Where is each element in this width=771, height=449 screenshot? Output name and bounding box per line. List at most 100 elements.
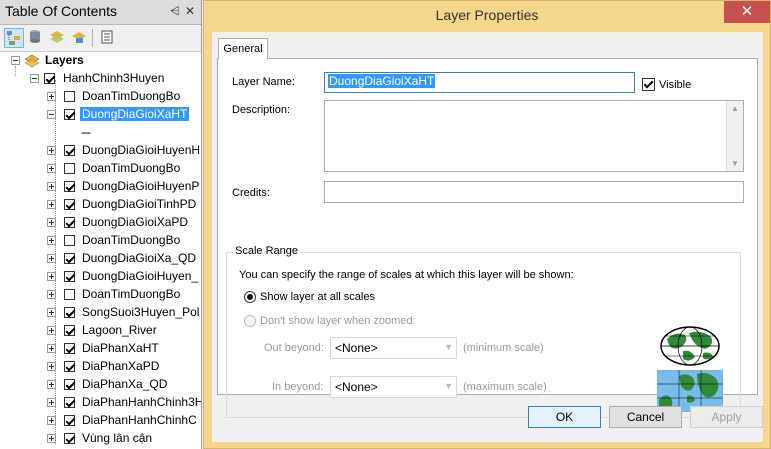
- layer-visibility-checkbox[interactable]: [64, 325, 75, 336]
- layer-visibility-checkbox[interactable]: [64, 145, 75, 156]
- layer-visibility-checkbox[interactable]: [64, 433, 75, 444]
- expand-toggle[interactable]: [47, 254, 56, 263]
- expand-toggle[interactable]: [47, 380, 56, 389]
- credits-input[interactable]: [324, 181, 744, 203]
- tree-layer-item[interactable]: DuongDiaGioiXaHT: [0, 106, 201, 124]
- list-by-source-button[interactable]: [26, 28, 46, 48]
- layer-label: DoanTimDuongBo: [82, 233, 181, 247]
- layer-visibility-checkbox[interactable]: [64, 217, 75, 228]
- layer-label: DiaPhanXaPD: [82, 359, 160, 373]
- list-by-visibility-button[interactable]: [48, 28, 68, 48]
- expand-toggle[interactable]: [47, 146, 56, 155]
- tree-layer-item[interactable]: DoanTimDuongBo: [0, 232, 201, 250]
- tree-layer-item[interactable]: Lagoon_River: [0, 322, 201, 340]
- tree-root-label: Layers: [45, 53, 84, 67]
- tree-root-layers[interactable]: Layers: [0, 52, 201, 70]
- layer-visibility-checkbox[interactable]: [64, 289, 75, 300]
- expand-toggle[interactable]: [47, 272, 56, 281]
- tree-layer-item[interactable]: DiaPhanHanhChinh3H: [0, 394, 201, 412]
- in-beyond-select[interactable]: <None> ▼: [330, 376, 457, 398]
- tree-layer-item[interactable]: DiaPhanXaHT: [0, 340, 201, 358]
- layer-visibility-checkbox[interactable]: [64, 109, 75, 120]
- expand-toggle[interactable]: [47, 398, 56, 407]
- line-symbol: ---: [81, 125, 91, 139]
- tree-layer-item[interactable]: DuongDiaGioiXaPD: [0, 214, 201, 232]
- group-visibility-checkbox[interactable]: [44, 73, 55, 84]
- expand-toggle[interactable]: [47, 308, 56, 317]
- tree-layer-item[interactable]: DoanTimDuongBo: [0, 286, 201, 304]
- layer-visibility-checkbox[interactable]: [64, 361, 75, 372]
- list-by-drawing-order-button[interactable]: [4, 28, 24, 48]
- expand-toggle[interactable]: [47, 164, 56, 173]
- scroll-down-icon[interactable]: ▼: [731, 159, 739, 168]
- layer-name-label: Layer Name:: [232, 76, 295, 88]
- tree-layer-item[interactable]: DuongDiaGioiHuyenH: [0, 142, 201, 160]
- tree-group-hanhchinh3huyen[interactable]: HanhChinh3Huyen: [0, 70, 201, 88]
- layer-visibility-checkbox[interactable]: [64, 415, 75, 426]
- layer-visibility-checkbox[interactable]: [64, 181, 75, 192]
- tree-layer-item[interactable]: DiaPhanXaPD: [0, 358, 201, 376]
- options-button[interactable]: [98, 28, 118, 48]
- pin-icon[interactable]: ⩤: [170, 4, 180, 19]
- expand-toggle[interactable]: [47, 434, 56, 443]
- tree-layer-item[interactable]: SongSuoi3Huyen_Pol: [0, 304, 201, 322]
- layer-visibility-checkbox[interactable]: [64, 253, 75, 264]
- collapse-toggle[interactable]: [47, 110, 56, 119]
- scroll-up-icon[interactable]: ▲: [731, 104, 739, 113]
- expand-toggle[interactable]: [47, 326, 56, 335]
- table-of-contents-pane: Table Of Contents ⩤ ✕ Layers HanhChinh3H…: [0, 0, 202, 449]
- expand-toggle[interactable]: [47, 344, 56, 353]
- tree-layer-item[interactable]: Vùng lân cận: [0, 430, 201, 448]
- expand-toggle[interactable]: [47, 200, 56, 209]
- cancel-button[interactable]: Cancel: [609, 406, 682, 428]
- tree-layer-item[interactable]: DiaPhanHanhChinhC: [0, 412, 201, 430]
- apply-button[interactable]: Apply: [690, 406, 763, 428]
- show-all-scales-radio[interactable]: [244, 291, 256, 303]
- toc-close-icon[interactable]: ✕: [185, 4, 195, 18]
- show-all-scales-label: Show layer at all scales: [260, 291, 375, 303]
- layer-label: DuongDiaGioiHuyenH: [82, 143, 201, 157]
- expand-toggle[interactable]: [47, 290, 56, 299]
- layer-visibility-checkbox[interactable]: [64, 343, 75, 354]
- tree-layer-item[interactable]: DuongDiaGioiXa_QD: [0, 250, 201, 268]
- layer-visibility-checkbox[interactable]: [64, 379, 75, 390]
- expand-toggle[interactable]: [47, 416, 56, 425]
- expand-toggle[interactable]: [47, 236, 56, 245]
- tree-layer-item[interactable]: DoanTimDuongBo: [0, 160, 201, 178]
- layer-label: DuongDiaGioiXa_QD: [82, 251, 197, 265]
- layer-visibility-checkbox[interactable]: [64, 307, 75, 318]
- layer-label: DuongDiaGioiXaHT: [80, 107, 190, 121]
- description-scrollbar[interactable]: ▲ ▼: [726, 101, 743, 171]
- list-by-selection-button[interactable]: [70, 28, 90, 48]
- expand-toggle[interactable]: [47, 218, 56, 227]
- description-textarea[interactable]: ▲ ▼: [324, 100, 744, 172]
- dialog-close-button[interactable]: ✕: [724, 1, 770, 23]
- toolbar-separator: [92, 29, 93, 47]
- layer-label: Lagoon_River: [82, 323, 157, 337]
- tab-general[interactable]: General: [218, 38, 268, 59]
- visible-checkbox[interactable]: [642, 78, 655, 91]
- layer-visibility-checkbox[interactable]: [64, 91, 75, 102]
- credits-label: Credits:: [232, 187, 270, 199]
- layer-visibility-checkbox[interactable]: [64, 163, 75, 174]
- layer-label: DoanTimDuongBo: [82, 89, 181, 103]
- layer-name-input[interactable]: DuongDiaGioiXaHT: [324, 72, 635, 93]
- ok-button[interactable]: OK: [528, 406, 601, 428]
- expand-toggle[interactable]: [47, 362, 56, 371]
- dont-show-when-zoomed-radio[interactable]: [244, 315, 256, 327]
- layer-visibility-checkbox[interactable]: [64, 271, 75, 282]
- layer-visibility-checkbox[interactable]: [64, 397, 75, 408]
- tree-layer-item[interactable]: DiaPhanXa_QD: [0, 376, 201, 394]
- collapse-toggle[interactable]: [11, 56, 20, 65]
- tree-layer-item[interactable]: DuongDiaGioiHuyenP: [0, 178, 201, 196]
- layer-visibility-checkbox[interactable]: [64, 199, 75, 210]
- general-tab-panel: Layer Name: DuongDiaGioiXaHT Visible Des…: [217, 58, 758, 418]
- expand-toggle[interactable]: [47, 92, 56, 101]
- tree-layer-item[interactable]: DoanTimDuongBo: [0, 88, 201, 106]
- collapse-toggle[interactable]: [30, 74, 39, 83]
- layer-visibility-checkbox[interactable]: [64, 235, 75, 246]
- tree-layer-item[interactable]: DuongDiaGioiTinhPD: [0, 196, 201, 214]
- tree-layer-item[interactable]: DuongDiaGioiHuyen_: [0, 268, 201, 286]
- expand-toggle[interactable]: [47, 182, 56, 191]
- out-beyond-select[interactable]: <None> ▼: [330, 337, 457, 359]
